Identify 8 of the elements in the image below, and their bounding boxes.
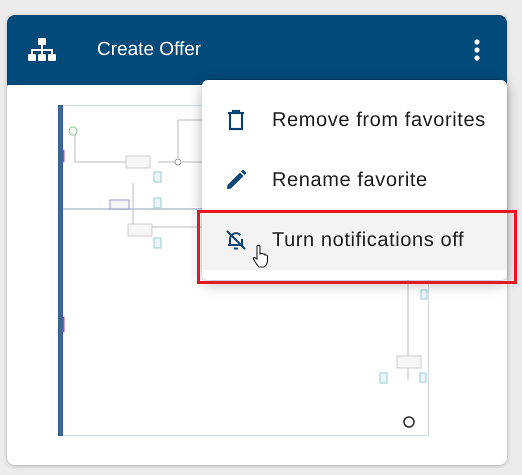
menu-item[interactable]: Remove from favorites <box>202 90 507 150</box>
menu-item[interactable]: Turn notifications off <box>202 210 507 270</box>
org-chart-icon <box>28 38 56 62</box>
kebab-menu-icon <box>474 39 480 61</box>
card-title: Create Offer <box>97 39 202 61</box>
pencil-icon <box>224 168 248 192</box>
menu-item[interactable]: Rename favorite <box>202 150 507 210</box>
bell-off-icon <box>224 228 248 252</box>
